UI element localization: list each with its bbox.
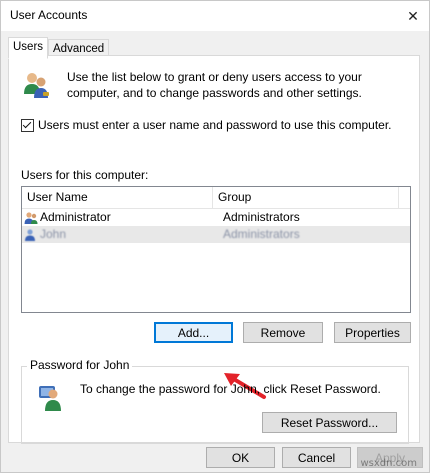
window-title: User Accounts (10, 8, 88, 22)
user-accounts-window: User Accounts ✕ Users Advanced Use the l… (0, 0, 430, 473)
tab-users[interactable]: Users (8, 37, 49, 59)
ok-button[interactable]: OK (206, 447, 275, 468)
row-group: Administrators (223, 227, 300, 241)
password-description: To change the password for John, click R… (80, 382, 381, 396)
dialog-client-area: Users Advanced Use the list below to gra… (1, 31, 429, 472)
intro-description: Use the list below to grant or deny user… (67, 70, 362, 100)
column-separator[interactable] (398, 187, 399, 208)
require-login-label: Users must enter a user name and passwor… (38, 118, 392, 132)
remove-user-button[interactable]: Remove (243, 322, 323, 343)
user-icon (24, 212, 38, 224)
close-icon[interactable]: ✕ (397, 1, 429, 31)
users-group-icon (24, 73, 49, 98)
user-key-icon (39, 386, 61, 411)
column-group[interactable]: Group (213, 187, 398, 208)
title-bar: User Accounts ✕ (1, 1, 429, 31)
users-list-label: Users for this computer: (21, 168, 149, 182)
watermark-text: wsxdn.com (360, 458, 417, 469)
row-group: Administrators (223, 210, 300, 224)
require-login-row[interactable]: Users must enter a user name and passwor… (21, 117, 392, 133)
add-user-button[interactable]: Add... (154, 322, 233, 343)
users-listview[interactable]: User Name Group Administrator Administra… (21, 186, 411, 313)
users-tab-panel: Use the list below to grant or deny user… (8, 55, 420, 444)
password-group-title: Password for John (27, 358, 133, 372)
properties-button[interactable]: Properties (334, 322, 411, 343)
listview-header: User Name Group (22, 187, 410, 209)
require-login-checkbox[interactable] (21, 118, 34, 132)
row-user-name: John (40, 227, 67, 241)
cancel-button[interactable]: Cancel (282, 447, 351, 468)
column-user-name[interactable]: User Name (22, 187, 212, 208)
table-row[interactable]: John Administrators (22, 226, 410, 243)
row-user-name: Administrator (40, 210, 111, 224)
user-icon (25, 229, 35, 241)
reset-password-button[interactable]: Reset Password... (262, 412, 397, 433)
table-row[interactable]: Administrator Administrators (22, 209, 410, 226)
